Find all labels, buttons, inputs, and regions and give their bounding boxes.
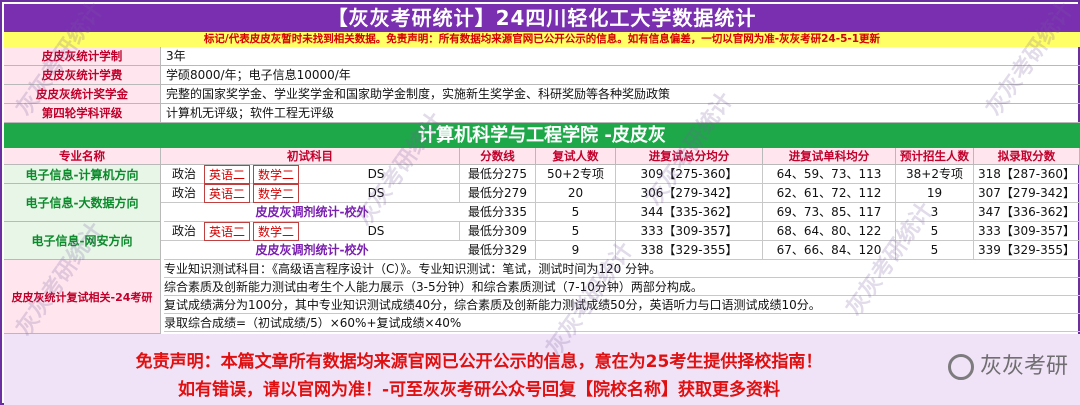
subject-english: 英语二	[204, 184, 250, 203]
notice-bar: 标记/代表皮皮灰暂时未找到相关数据。免责声明：所有数据均来源官网已公开公示的信息…	[4, 32, 1080, 47]
header-retest-count: 复试人数	[536, 148, 616, 165]
info-value: 完整的国家奖学金、学业奖学金和国家助学金制度，实施新生奖学金、科研奖励等各种奖励…	[166, 87, 671, 101]
cell-avg-total: 306【279-342】	[616, 184, 763, 203]
info-value: 3年	[166, 49, 186, 63]
info-row-tuition: 皮皮灰统计学费 学硕8000/年；电子信息10000/年	[4, 66, 1080, 85]
header-avg-single: 进复试单科均分	[763, 148, 896, 165]
info-value: 计算机无评级；软件工程无评级	[166, 106, 335, 120]
cell-avg-total: 309【275-360】	[616, 165, 763, 184]
info-label: 皮皮灰统计奖学金	[4, 85, 161, 103]
cell-line: 最低分329	[460, 241, 536, 260]
cell-admit: 339【329-355】	[974, 241, 1080, 260]
info-row-scholarship: 皮皮灰统计奖学金 完整的国家奖学金、学业奖学金和国家助学金制度，实施新生奖学金、…	[4, 85, 1080, 104]
disclaimer-line-2: 如有错误，请以官网为准！-可至灰灰考研公众号回复【院校名称】获取更多资料	[177, 380, 781, 400]
subject-math: 数学二	[253, 184, 299, 203]
header-admit: 拟录取分数	[974, 148, 1080, 165]
brand-name: 灰灰考研	[979, 354, 1068, 379]
cell-admit: 307【279-342】	[974, 184, 1080, 203]
cell-admit: 347【336-362】	[974, 203, 1080, 222]
adjust-label: 皮皮灰调剂统计-校外	[164, 241, 460, 260]
sheet-title: 【灰灰考研统计】24四川轻化工大学数据统计	[4, 4, 1080, 32]
cell-retest: 9	[536, 241, 616, 260]
info-label: 皮皮灰统计学制	[4, 47, 161, 65]
header-line: 分数线	[460, 148, 536, 165]
cell-plan: 5	[896, 222, 974, 241]
cell-line: 最低分335	[460, 203, 536, 222]
subject-politics: 政治	[171, 186, 196, 200]
cell-avg-total: 344【335-362】	[616, 203, 763, 222]
header-avg-total: 进复试总分均分	[616, 148, 763, 165]
cell-admit: 318【287-360】	[974, 165, 1080, 184]
subject-politics: 政治	[171, 224, 196, 238]
disclaimer-line-1: 免责声明：本篇文章所有数据均来源官网已公开公示的信息，意在为25考生提供择校指南…	[135, 352, 823, 372]
cell-plan: 38+2专项	[896, 165, 974, 184]
cell-avg-single: 67、66、84、120	[763, 241, 896, 260]
cell-avg-single: 62、61、72、112	[763, 184, 896, 203]
cell-retest: 20	[536, 184, 616, 203]
cell-avg-single: 64、59、73、113	[763, 165, 896, 184]
subject-prof: DS	[367, 167, 385, 181]
header-plan: 预计招生人数	[896, 148, 974, 165]
cell-plan: 3	[896, 203, 974, 222]
subject-english: 英语二	[204, 165, 250, 184]
subject-prof: DS	[367, 224, 385, 238]
info-label: 皮皮灰统计学费	[4, 66, 161, 84]
subject-math: 数学二	[253, 165, 299, 184]
info-row-rating: 第四轮学科评级 计算机无评级；软件工程无评级	[4, 104, 1080, 123]
info-label: 第四轮学科评级	[4, 104, 161, 122]
cell-admit: 333【309-357】	[974, 222, 1080, 241]
cell-avg-total: 333【309-357】	[616, 222, 763, 241]
cell-avg-total: 338【329-355】	[616, 241, 763, 260]
major-bigdata: 电子信息-大数据方向	[4, 184, 161, 222]
retest-line: 录取综合成绩=（初试成绩/5）×60%+复试成绩×40%	[164, 314, 1080, 332]
cell-retest: 5	[536, 203, 616, 222]
adjust-label: 皮皮灰调剂统计-校外	[164, 203, 460, 222]
header-subjects: 初试科目	[161, 148, 460, 165]
stats-sheet: 【灰灰考研统计】24四川轻化工大学数据统计 标记/代表皮皮灰暂时未找到相关数据。…	[0, 0, 1080, 405]
cell-avg-single: 68、64、80、122	[763, 222, 896, 241]
cell-avg-single: 69、73、85、117	[763, 203, 896, 222]
brand-watermark: 灰灰考研	[947, 348, 1068, 380]
retest-line: 复试成绩满分为100分，其中专业知识测试成绩40分，综合素质及创新能力测试成绩5…	[164, 296, 1080, 314]
cell-plan: 5	[896, 241, 974, 260]
cell-line: 最低分275	[460, 165, 536, 184]
major-cs: 电子信息-计算机方向	[4, 165, 161, 184]
cell-plan: 19	[896, 184, 974, 203]
brand-icon	[947, 354, 974, 380]
retest-line: 综合素质及创新能力测试由考生个人能力展示（3-5分钟）和综合素质测试（7-10分…	[164, 278, 1080, 296]
retest-label: 皮皮灰统计复试相关-24考研	[4, 260, 161, 334]
college-title: 计算机科学与工程学院 -皮皮灰	[4, 123, 1080, 148]
cell-retest: 5	[536, 222, 616, 241]
subject-politics: 政治	[171, 167, 196, 181]
cell-line: 最低分279	[460, 184, 536, 203]
major-netsec: 电子信息-网安方向	[4, 222, 161, 260]
subject-prof: DS	[367, 186, 385, 200]
header-major: 专业名称	[4, 148, 161, 165]
info-value: 学硕8000/年；电子信息10000/年	[166, 68, 351, 82]
disclaimer-panel: 免责声明：本篇文章所有数据均来源官网已公开公示的信息，意在为25考生提供择校指南…	[4, 334, 1080, 405]
cell-line: 最低分309	[460, 222, 536, 241]
subject-math: 数学二	[253, 222, 299, 241]
subject-english: 英语二	[204, 222, 250, 241]
cell-retest: 50+2专项	[536, 165, 616, 184]
retest-line: 专业知识测试科目：《高级语言程序设计（C）》。专业知识测试：笔试，测试时间为12…	[164, 260, 1080, 278]
info-row-duration: 皮皮灰统计学制 3年	[4, 47, 1080, 66]
